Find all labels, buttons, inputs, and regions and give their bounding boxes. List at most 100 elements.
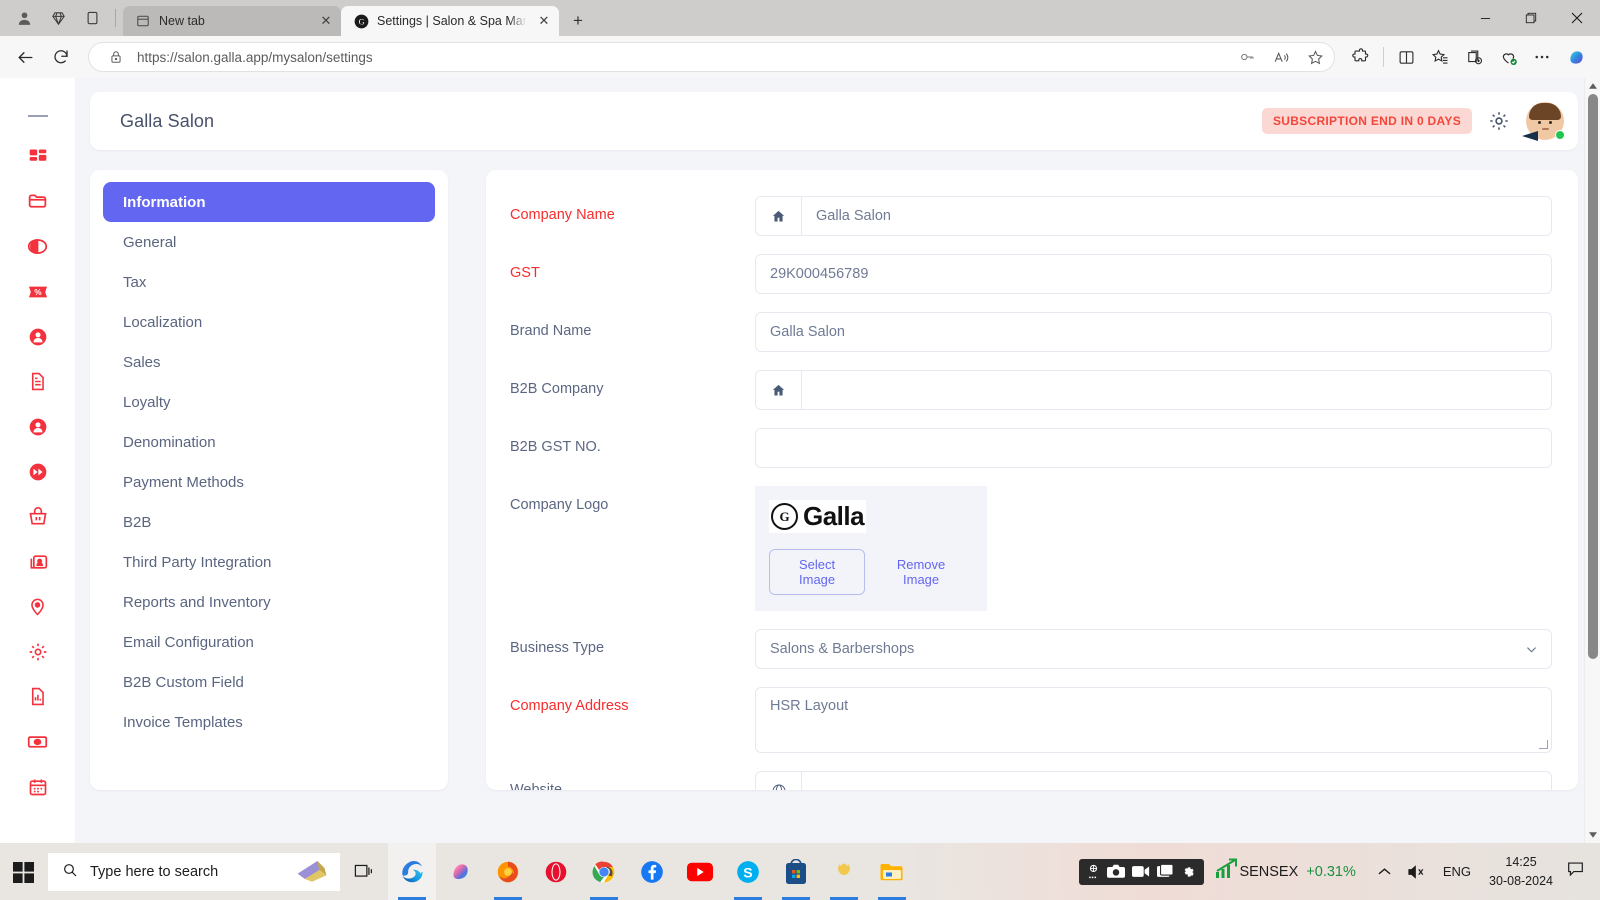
tab-close-icon[interactable]: ✕ (317, 12, 335, 30)
sidebar-item-cash[interactable] (0, 719, 75, 764)
clock[interactable]: 14:25 30-08-2024 (1479, 853, 1563, 889)
read-aloud-icon[interactable] (1268, 44, 1294, 70)
minimize-button[interactable] (1462, 0, 1508, 36)
remove-image-button[interactable]: Remove Image (871, 550, 971, 594)
sidebar-item-contrast[interactable] (0, 224, 75, 269)
browser-essentials-icon[interactable] (1492, 41, 1524, 73)
screen-recorder-toolbar[interactable] (1079, 858, 1205, 885)
taskbar-app-copilot[interactable] (436, 843, 484, 900)
task-view-icon[interactable] (340, 843, 388, 900)
favorite-star-icon[interactable] (1302, 44, 1328, 70)
key-icon[interactable] (1234, 44, 1260, 70)
start-button[interactable] (0, 843, 48, 900)
profile-icon[interactable] (8, 3, 40, 33)
b2b-company-input[interactable] (755, 370, 1552, 410)
taskbar-app-skype[interactable]: S (724, 843, 772, 900)
copilot-icon[interactable] (1560, 41, 1592, 73)
sidebar-item-dashboard[interactable] (0, 134, 75, 179)
settings-nav-item-localization[interactable]: Localization (103, 302, 435, 342)
cortana-icon[interactable] (294, 857, 330, 887)
settings-nav-item-reports-and-inventory[interactable]: Reports and Inventory (103, 582, 435, 622)
chevron-down-icon[interactable] (1511, 630, 1551, 668)
company-name-input[interactable]: Galla Salon (755, 196, 1552, 236)
stock-name: SENSEX (1239, 863, 1299, 880)
taskbar-app-opera[interactable] (532, 843, 580, 900)
show-hidden-icons-chevron-icon[interactable] (1370, 867, 1399, 877)
settings-nav-item-third-party-integration[interactable]: Third Party Integration (103, 542, 435, 582)
gear-icon[interactable] (1486, 108, 1512, 134)
sidebar-item-basket[interactable] (0, 494, 75, 539)
settings-nav-item-denomination[interactable]: Denomination (103, 422, 435, 462)
scroll-up-arrow-icon[interactable] (1585, 78, 1600, 94)
browser-tab-settings[interactable]: G Settings | Salon & Spa Manageme ✕ (341, 6, 559, 36)
sidebar-item-customer[interactable] (0, 314, 75, 359)
taskbar-app-facebook[interactable] (628, 843, 676, 900)
split-screen-icon[interactable] (76, 3, 108, 33)
camera-icon[interactable] (1107, 864, 1126, 879)
collections-add-icon[interactable] (1458, 41, 1490, 73)
settings-nav-item-information[interactable]: Information (103, 182, 435, 222)
taskbar-app-microsoft-store[interactable] (772, 843, 820, 900)
field-row-b2b-company: B2B Company (510, 370, 1552, 410)
sidebar-item-document[interactable] (0, 359, 75, 404)
browser-tab-new-tab[interactable]: New tab ✕ (123, 6, 341, 36)
settings-nav-item-general[interactable]: General (103, 222, 435, 262)
address-bar[interactable]: https://salon.galla.app/mysalon/settings (88, 42, 1335, 72)
collections-icon[interactable] (42, 3, 74, 33)
search-input[interactable]: Type here to search (48, 852, 340, 891)
sidebar-item-discount[interactable]: % (0, 269, 75, 314)
back-button[interactable] (8, 41, 42, 73)
close-window-button[interactable] (1554, 0, 1600, 36)
tab-close-icon[interactable]: ✕ (535, 12, 553, 30)
settings-nav-item-invoice-templates[interactable]: Invoice Templates (103, 702, 435, 742)
language-indicator[interactable]: ENG (1435, 864, 1479, 879)
settings-nav-item-b2b-custom-field[interactable]: B2B Custom Field (103, 662, 435, 702)
page-scrollbar[interactable] (1584, 78, 1600, 843)
taskbar-app-chrome[interactable] (580, 843, 628, 900)
sidebar-item-folder[interactable] (0, 179, 75, 224)
taskbar-app-file-explorer[interactable] (868, 843, 916, 900)
settings-nav-item-payment-methods[interactable]: Payment Methods (103, 462, 435, 502)
notification-center-icon[interactable] (1563, 861, 1594, 882)
brand-name-input[interactable]: Galla Salon (755, 312, 1552, 352)
settings-nav-item-sales[interactable]: Sales (103, 342, 435, 382)
taskbar-app-firefox[interactable] (484, 843, 532, 900)
taskbar-app-youtube[interactable] (676, 843, 724, 900)
video-icon[interactable] (1132, 865, 1150, 878)
screenshot-icon[interactable] (1087, 864, 1100, 880)
gst-input[interactable]: 29K000456789 (755, 254, 1552, 294)
website-input[interactable] (755, 771, 1552, 790)
business-type-select[interactable]: Salons & Barbershops (755, 629, 1552, 669)
sidebar-item-location[interactable] (0, 584, 75, 629)
sidebar-item-fast-forward[interactable] (0, 449, 75, 494)
reload-button[interactable] (44, 41, 78, 73)
window-capture-icon[interactable] (1157, 864, 1174, 879)
more-options-icon[interactable] (1526, 41, 1558, 73)
taskbar-app-tulip[interactable] (820, 843, 868, 900)
taskbar-app-edge[interactable] (388, 843, 436, 900)
sidebar-item-report[interactable] (0, 674, 75, 719)
sidebar-item-settings[interactable] (0, 629, 75, 674)
settings-nav-item-email-configuration[interactable]: Email Configuration (103, 622, 435, 662)
sidebar-collapse-button[interactable] (0, 98, 75, 134)
scrollbar-thumb[interactable] (1588, 94, 1598, 659)
settings-nav-item-tax[interactable]: Tax (103, 262, 435, 302)
avatar[interactable] (1522, 102, 1565, 141)
extensions-icon[interactable] (1345, 41, 1377, 73)
stock-ticker[interactable]: SENSEX +0.31% (1239, 864, 1355, 880)
settings-icon[interactable] (1180, 864, 1196, 880)
b2b-gst-no-input[interactable] (755, 428, 1552, 468)
sidebar-item-calendar[interactable] (0, 764, 75, 809)
favorites-list-icon[interactable] (1424, 41, 1456, 73)
volume-muted-icon[interactable] (1399, 864, 1435, 880)
new-tab-button[interactable]: + (563, 6, 593, 36)
select-image-button[interactable]: Select Image (769, 549, 866, 595)
settings-nav-item-loyalty[interactable]: Loyalty (103, 382, 435, 422)
maximize-button[interactable] (1508, 0, 1554, 36)
scroll-down-arrow-icon[interactable] (1585, 827, 1600, 843)
sidebar-item-staff[interactable] (0, 404, 75, 449)
settings-nav-item-b2b[interactable]: B2B (103, 502, 435, 542)
split-screen-icon[interactable] (1390, 41, 1422, 73)
company-address-textarea[interactable]: HSR Layout (755, 687, 1552, 753)
sidebar-item-id-card[interactable] (0, 539, 75, 584)
